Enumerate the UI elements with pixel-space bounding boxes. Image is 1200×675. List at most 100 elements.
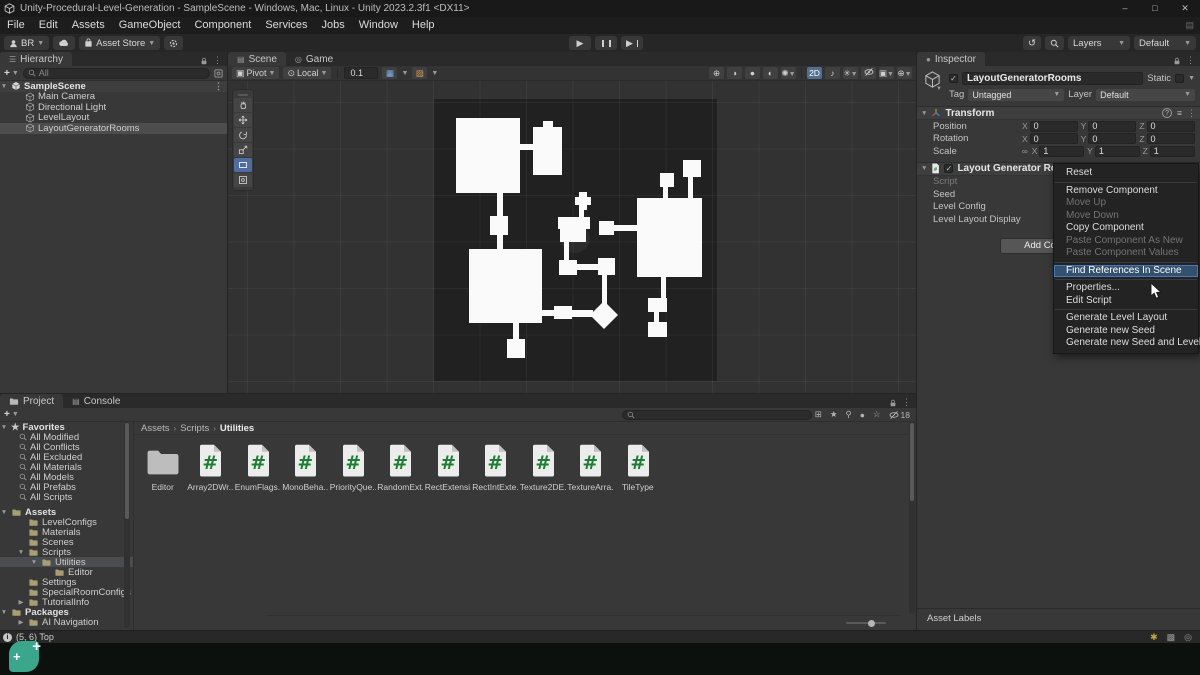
tree-folder-tutorialinfo[interactable]: ▶TutorialInfo [0, 597, 133, 607]
hierarchy-scene-root[interactable]: ▼SampleScene⋮ [0, 81, 227, 92]
hidden-count-icon[interactable]: 18 [889, 410, 910, 420]
scale-y-field[interactable]: 1 [1095, 146, 1140, 157]
hierarchy-item-main-camera[interactable]: Main Camera [0, 92, 227, 103]
asset-randomext[interactable]: #RandomExt... [377, 439, 425, 492]
grid-dropdown-caret[interactable]: ▼ [401, 70, 408, 77]
packages-root[interactable]: ▼Packages [0, 607, 133, 617]
scale-link-icon[interactable]: ∞ [1022, 147, 1028, 156]
tab-hierarchy[interactable]: ☰Hierarchy [0, 52, 72, 66]
rotate-tool[interactable] [234, 128, 252, 142]
camera-dropdown-icon[interactable]: ▣▼ [879, 67, 894, 79]
move-tool[interactable] [234, 113, 252, 127]
favorite-all-excluded[interactable]: All Excluded [0, 452, 133, 462]
asset-labels-section[interactable]: Asset Labels [917, 608, 1200, 624]
undo-history-button[interactable]: ↺ [1023, 36, 1041, 50]
tab-inspector[interactable]: ●Inspector [917, 52, 985, 66]
content-scrollbar[interactable] [909, 422, 915, 614]
gameobject-name-field[interactable]: LayoutGeneratorRooms [962, 72, 1143, 85]
tree-scrollbar[interactable] [124, 422, 130, 628]
asset-texturearra[interactable]: #TextureArra... [567, 439, 615, 492]
mode-2d-toggle[interactable]: 2D [807, 67, 822, 79]
menu-assets[interactable]: Assets [65, 19, 112, 31]
menu-component[interactable]: Component [187, 19, 258, 31]
scene-viewport[interactable] [228, 81, 916, 393]
position-x-field[interactable]: 0 [1030, 121, 1078, 132]
pause-button[interactable] [595, 36, 617, 50]
label-tag-icon[interactable]: ⚲ [846, 409, 852, 420]
effects-sphere-icon[interactable]: ● [745, 67, 760, 79]
context-menu-item-generate-new-seed-and-level[interactable]: Generate new Seed and Level [1054, 337, 1198, 350]
step-button[interactable]: ▶ [621, 36, 643, 50]
context-menu-item-copy-component[interactable]: Copy Component [1054, 222, 1198, 235]
debug-dropdown-icon[interactable]: ✺▼ [781, 67, 796, 79]
layout-grid-icon[interactable]: ▤ [1185, 20, 1194, 31]
layer-dropdown[interactable]: Default▼ [1096, 89, 1195, 101]
favorite-all-materials[interactable]: All Materials [0, 462, 133, 472]
help-icon[interactable]: ? [1162, 108, 1172, 118]
thumbnail-zoom-slider[interactable] [846, 622, 886, 624]
effects-dropdown-icon[interactable]: ✳▼ [843, 67, 858, 79]
pivot-dropdown[interactable]: ▣Pivot▼ [232, 67, 279, 79]
asset-array2dwr[interactable]: #Array2DWr... [187, 439, 235, 492]
favorites-root[interactable]: ▼★Favorites [0, 422, 133, 432]
account-button[interactable]: BR▼ [4, 36, 49, 50]
tree-folder-scenes[interactable]: Scenes [0, 537, 133, 547]
transform-tool[interactable] [234, 173, 252, 187]
assets-root[interactable]: ▼Assets [0, 507, 133, 517]
presets-icon[interactable]: ≡ [1177, 108, 1182, 118]
tree-folder-settings[interactable]: Settings [0, 577, 133, 587]
active-checkbox[interactable]: ✓ [949, 74, 958, 83]
transform-component-header[interactable]: ▼ Transform ? ≡ ⋮ [917, 106, 1200, 120]
hierarchy-item-levellayout[interactable]: LevelLayout [0, 113, 227, 124]
tree-folder-editor[interactable]: Editor [0, 567, 133, 577]
static-dropdown-caret[interactable]: ▼ [1188, 75, 1195, 82]
static-checkbox[interactable] [1175, 74, 1184, 83]
snap-dropdown-caret[interactable]: ▼ [431, 70, 438, 77]
component-enabled-checkbox[interactable]: ✓ [944, 164, 953, 173]
component-menu-icon[interactable]: ⋮ [1187, 108, 1196, 119]
cloud-button[interactable] [53, 36, 75, 50]
skybox-toggle-icon[interactable]: ◐ [763, 67, 778, 79]
context-menu-item-generate-level-layout[interactable]: Generate Level Layout [1054, 312, 1198, 325]
context-menu-item-remove-component[interactable]: Remove Component [1054, 185, 1198, 198]
search-by-type-icon[interactable]: ⊞ [815, 409, 822, 420]
lock-icon[interactable] [889, 399, 897, 407]
search-by-label-icon[interactable]: ★ [830, 409, 838, 420]
hierarchy-item-directional-light[interactable]: Directional Light [0, 102, 227, 113]
favorite-all-modified[interactable]: All Modified [0, 432, 133, 442]
tab-scene[interactable]: ▤Scene [228, 52, 286, 66]
minimize-button[interactable]: – [1110, 0, 1140, 17]
shading-mode-icon[interactable]: ⊕ [709, 67, 724, 79]
breadcrumb-utilities[interactable]: Utilities [220, 423, 254, 434]
context-menu-item-reset[interactable]: Reset [1054, 167, 1198, 180]
asset-tiletype[interactable]: #TileType [614, 439, 662, 492]
tree-folder-levelconfigs[interactable]: LevelConfigs [0, 517, 133, 527]
handle-space-dropdown[interactable]: ⊙Local▼ [283, 67, 331, 79]
search-button[interactable] [1045, 36, 1064, 50]
asset-store-button[interactable]: Asset Store▼ [79, 36, 160, 50]
snap-toggle-icon[interactable]: ▨ [412, 67, 427, 79]
progress-spinner-icon[interactable]: ✱ [1150, 632, 1158, 643]
code-coverage-icon[interactable]: ◎ [1184, 632, 1192, 643]
tree-folder-materials[interactable]: Materials [0, 527, 133, 537]
menu-edit[interactable]: Edit [32, 19, 65, 31]
breadcrumb-assets[interactable]: Assets [141, 423, 170, 434]
cache-server-icon[interactable]: ▩ [1167, 632, 1176, 643]
context-menu-item-find-references-in-scene[interactable]: Find References In Scene [1054, 265, 1198, 278]
tree-folder-scripts[interactable]: ▼Scripts [0, 547, 133, 557]
tree-package-ai-navigation[interactable]: ▶AI Navigation [0, 617, 133, 627]
favorite-all-scripts[interactable]: All Scripts [0, 492, 133, 502]
menu-window[interactable]: Window [352, 19, 405, 31]
panel-menu-icon[interactable]: ⋮ [213, 55, 222, 66]
asset-texture2de[interactable]: #Texture2DE... [519, 439, 567, 492]
position-y-field[interactable]: 0 [1088, 121, 1136, 132]
tab-project[interactable]: Project [0, 394, 63, 408]
panel-menu-icon[interactable]: ⋮ [1186, 55, 1195, 66]
tag-dropdown[interactable]: Untagged▼ [968, 89, 1064, 101]
favorite-all-prefabs[interactable]: All Prefabs [0, 482, 133, 492]
favorite-all-conflicts[interactable]: All Conflicts [0, 442, 133, 452]
lock-icon[interactable] [200, 57, 208, 65]
asset-editor[interactable]: Editor [139, 439, 187, 492]
scale-x-field[interactable]: 1 [1039, 146, 1084, 157]
menu-services[interactable]: Services [258, 19, 314, 31]
